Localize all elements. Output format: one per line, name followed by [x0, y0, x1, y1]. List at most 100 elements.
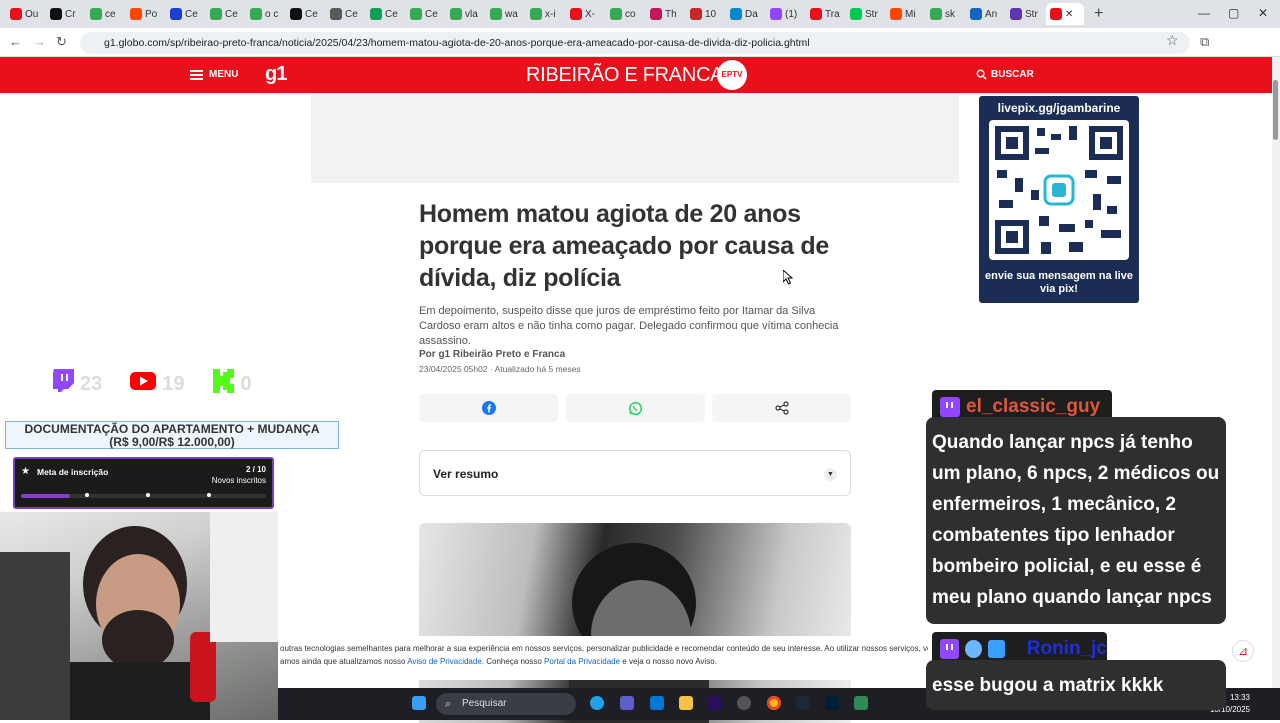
- tab-label: Mi: [905, 8, 916, 20]
- browser-tab[interactable]: 10: [686, 3, 724, 25]
- browser-tab[interactable]: Ce: [286, 3, 324, 25]
- forward-button[interactable]: →: [33, 34, 46, 49]
- browser-tab[interactable]: o c: [246, 3, 284, 25]
- eptv-logo: EPTV: [717, 60, 747, 90]
- chat-message-1: Quando lançar npcs já tenho um plano, 6 …: [926, 417, 1226, 624]
- scrollbar-track[interactable]: [1272, 57, 1280, 688]
- browser-tab[interactable]: Th: [646, 3, 684, 25]
- taskbar-search[interactable]: ⌕ Pesquisar: [436, 693, 576, 715]
- browser-tab[interactable]: Ce: [166, 3, 204, 25]
- sub-goal-progress: [21, 493, 266, 498]
- browser-tab[interactable]: Po: [126, 3, 164, 25]
- tab-favicon-icon: [570, 8, 582, 20]
- sub-goal-progress-fill: [21, 494, 70, 498]
- browser-tab-active[interactable]: ✕: [1046, 3, 1084, 25]
- tab-label: Ce: [345, 8, 358, 20]
- close-window-button[interactable]: ✕: [1258, 6, 1268, 20]
- steam-icon[interactable]: [796, 696, 810, 710]
- site-header: MENU g1 RIBEIRÃO E FRANCA EPTV BUSCAR: [0, 57, 1272, 93]
- browser-tab[interactable]: Ce: [406, 3, 444, 25]
- browser-tab[interactable]: vla: [446, 3, 484, 25]
- back-button[interactable]: ←: [9, 34, 22, 49]
- tab-label: Th: [665, 8, 677, 20]
- browser-tab[interactable]: Mi: [886, 3, 924, 25]
- share-whatsapp-button[interactable]: [566, 394, 705, 422]
- browser-tab[interactable]: ce: [86, 3, 124, 25]
- browser-tab[interactable]: Da: [726, 3, 764, 25]
- chrome-icon[interactable]: [767, 696, 781, 710]
- tab-favicon-icon: [490, 8, 502, 20]
- browser-tab[interactable]: Tra: [806, 3, 844, 25]
- menu-button[interactable]: MENU: [190, 69, 238, 80]
- tab-favicon-icon: [290, 8, 302, 20]
- scrollbar-thumb[interactable]: [1273, 80, 1278, 140]
- browser-tab[interactable]: Str: [846, 3, 884, 25]
- browser-tab[interactable]: Str: [1006, 3, 1044, 25]
- tab-label: x-i: [545, 8, 556, 20]
- browser-tab[interactable]: Ou: [6, 3, 44, 25]
- ad-banner: [311, 95, 959, 183]
- share-generic-button[interactable]: [712, 394, 851, 422]
- twitch-count: 23: [80, 372, 103, 395]
- app-icon[interactable]: [854, 696, 868, 710]
- browser-tab[interactable]: wa: [486, 3, 524, 25]
- browser-tab[interactable]: Ce: [366, 3, 404, 25]
- address-bar-row: ← → ↻ g1.globo.com/sp/ribeirao-preto-fra…: [0, 28, 1280, 57]
- browser-tab[interactable]: co: [606, 3, 644, 25]
- progress-tick: [84, 493, 89, 497]
- browser-tab[interactable]: x-i: [526, 3, 564, 25]
- browser-tab[interactable]: Ce: [326, 3, 364, 25]
- photoshop-icon[interactable]: [825, 696, 839, 710]
- edge-icon[interactable]: [590, 696, 604, 710]
- youtube-counter: 19: [130, 372, 185, 396]
- kick-count: 0: [240, 372, 252, 395]
- close-tab-icon[interactable]: ✕: [1065, 9, 1073, 20]
- browser-tab[interactable]: (1): [766, 3, 804, 25]
- tab-label: sk: [945, 8, 955, 20]
- browser-tab[interactable]: sk: [926, 3, 964, 25]
- tab-label: Ce: [225, 8, 238, 20]
- new-tab-button[interactable]: +: [1094, 5, 1103, 23]
- article-date: 23/04/2025 05h02 · Atualizado há 5 meses: [419, 364, 581, 374]
- bookmark-star-icon[interactable]: ☆: [1166, 32, 1179, 49]
- privacy-portal-link[interactable]: Portal da Privacidade: [544, 657, 620, 666]
- share-facebook-button[interactable]: [419, 394, 558, 422]
- maximize-button[interactable]: ▢: [1228, 6, 1239, 20]
- g1-logo[interactable]: g1: [265, 63, 287, 86]
- file-explorer-icon[interactable]: [679, 696, 693, 710]
- cookie-text-line1: outras tecnologias semelhantes para melh…: [280, 644, 928, 653]
- twitch-icon: [52, 369, 74, 399]
- tab-favicon-icon: [970, 8, 982, 20]
- pdf-icon[interactable]: ⊿: [1232, 640, 1254, 662]
- reload-button[interactable]: ↻: [56, 34, 67, 50]
- tab-favicon-icon: [930, 8, 942, 20]
- browser-tab[interactable]: Ce: [206, 3, 244, 25]
- pix-message: envie sua mensagem na live via pix!: [985, 270, 1133, 295]
- tab-label: Ce: [385, 8, 398, 20]
- summary-label: Ver resumo: [433, 467, 499, 481]
- kick-icon: [212, 369, 235, 399]
- browser-tab[interactable]: An: [966, 3, 1004, 25]
- browser-tab[interactable]: X-: [566, 3, 604, 25]
- browser-tab[interactable]: Cr: [46, 3, 84, 25]
- tab-label: Str: [1025, 8, 1038, 20]
- extensions-icon[interactable]: ⧉: [1200, 34, 1209, 50]
- tab-label: co: [625, 8, 636, 20]
- minimize-button[interactable]: —: [1198, 6, 1210, 20]
- tab-favicon-icon: [170, 8, 182, 20]
- cookie-text-a: amos ainda que atualizamos nosso: [280, 657, 408, 666]
- tab-label: o c: [265, 8, 279, 20]
- store-icon[interactable]: [650, 696, 664, 710]
- privacy-notice-link[interactable]: Aviso de Privacidade: [407, 657, 482, 666]
- premiere-icon[interactable]: [708, 696, 722, 710]
- search-button[interactable]: BUSCAR: [976, 69, 1034, 80]
- url-input[interactable]: g1.globo.com/sp/ribeirao-preto-franca/no…: [80, 32, 1190, 54]
- teams-icon[interactable]: [620, 696, 634, 710]
- summary-accordion[interactable]: Ver resumo ▼: [419, 450, 851, 496]
- progress-tick: [207, 493, 212, 497]
- tab-label: vla: [465, 8, 478, 20]
- tab-favicon-icon: [690, 8, 702, 20]
- start-button-icon[interactable]: [412, 696, 426, 710]
- obs-icon[interactable]: [737, 696, 751, 710]
- section-brand[interactable]: RIBEIRÃO E FRANCA: [526, 64, 723, 87]
